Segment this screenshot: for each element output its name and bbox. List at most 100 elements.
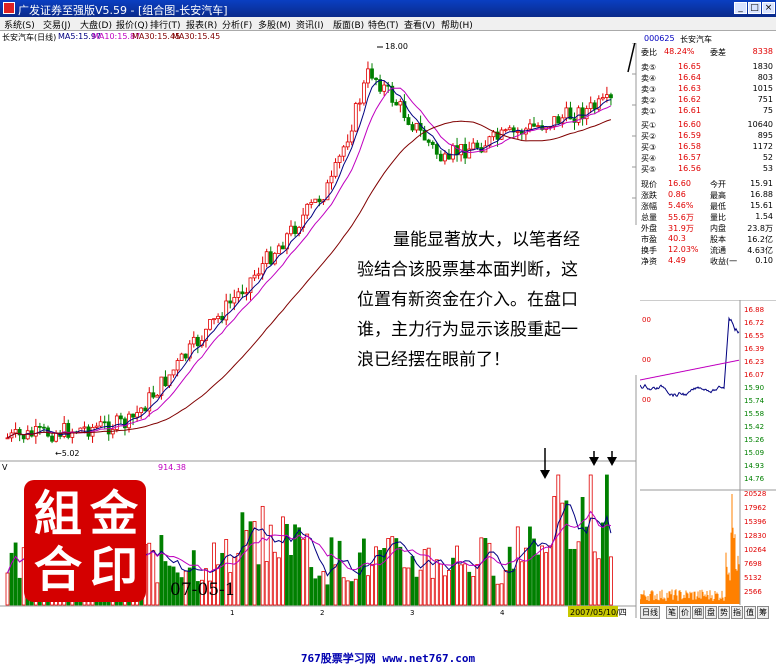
intraday-left-tick: 00 [642,356,651,364]
candle [592,102,597,110]
volume-bar [353,578,358,606]
intraday-volume-tick: 20528 [744,490,766,498]
sell-price: 16.64 [678,73,701,82]
current-date: 2007/05/10/四 [570,608,627,617]
panel-tab[interactable]: 势 [718,606,730,619]
candle [329,175,334,184]
menu-info[interactable]: 资讯(I) [296,18,324,31]
weibi-row: 委比 48.24% 委差 8338 [640,47,776,57]
buy-volume: 53 [762,164,773,173]
menu-trade[interactable]: 交易(J) [43,18,71,31]
sell-volume: 751 [757,95,773,104]
menu-system[interactable]: 系统(S) [4,18,35,31]
date-tick: 4 [500,609,505,617]
candle [256,273,261,276]
volume-bar [568,548,573,606]
panel-tab[interactable]: 价 [679,606,691,619]
panel-tab[interactable]: 值 [744,606,756,619]
volume-bar [434,559,439,606]
candle [280,245,285,250]
menu-view[interactable]: 查看(V) [404,18,435,31]
quote-key: 流通 [710,246,726,255]
quote-key: 收益(一 [710,257,738,266]
volume-bar [515,526,520,606]
volume-bar [260,505,265,606]
quote-key: 外盘 [641,224,657,233]
panel-tab[interactable]: 笔 [666,606,678,619]
weibi-value: 48.24% [664,47,695,56]
intraday-chart[interactable]: 16.88 16.72 16.55 16.39 16.23 16.07 15.90 15.74… [640,300,776,605]
sell-label: 卖④ [641,74,657,83]
date-tick: 2 [320,609,324,617]
menu-market[interactable]: 大盘(D) [80,18,112,31]
quote-value: 5.46% [668,201,694,210]
candle [175,360,180,371]
quote-key: 涨幅 [641,202,657,211]
volume-bar [151,550,156,606]
intraday-price-tick: 15.58 [744,410,764,418]
menu-analysis[interactable]: 分析(F) [222,18,252,31]
minimize-button[interactable]: _ [734,2,747,14]
maximize-button[interactable]: □ [748,2,761,14]
candle [406,117,411,125]
candle [491,131,496,138]
menu-multi[interactable]: 多股(M) [258,18,291,31]
menu-special[interactable]: 特色(T) [368,18,399,31]
menu-help[interactable]: 帮助(H) [441,18,473,31]
candle [179,353,184,361]
volume-bar [491,575,496,606]
candle [50,435,54,442]
candle [131,413,135,418]
panel-tab[interactable]: 指 [731,606,743,619]
panel-tab[interactable]: 盘 [705,606,717,619]
candle [410,124,415,131]
buy-row: 买① 16.60 10640 [640,120,776,130]
volume-bar [163,561,168,606]
panel-tab[interactable]: 日线 [640,606,660,619]
menu-quote[interactable]: 报价(Q) [116,18,148,31]
buy-label: 买⑤ [641,165,657,174]
panel-tab[interactable]: 筹 [757,606,769,619]
quote-value: 16.88 [750,190,773,199]
candle [163,376,168,387]
buy-row: 买③ 16.58 1172 [640,142,776,152]
chart-header: 长安汽车(日线) MA5:15.97 MA10:15.87 MA30:15.45… [0,31,640,43]
volume-bar [572,548,577,606]
volume-bar [410,556,415,606]
volume-bar [560,502,565,606]
quote-value: 1.54 [755,212,773,221]
volume-bar [370,563,374,606]
candle [5,437,10,440]
menu-layout[interactable]: 版面(B) [333,18,364,31]
candle [475,142,480,148]
candle [471,142,476,150]
candle [353,103,358,132]
volume-bar [345,580,350,606]
commentary-line-4: 谁，主力行为显示该股重起一 [357,320,578,340]
menu-report[interactable]: 报表(R) [186,18,217,31]
quote-key: 总量 [641,213,657,222]
quote-row: 换手 12.03% 流通 4.63亿 [640,245,776,255]
seal-char-4: 印 [89,542,138,598]
intraday-volume-tick: 7698 [744,560,762,568]
panel-tab[interactable]: 细 [692,606,704,619]
candle [240,291,245,295]
quote-key: 最高 [710,191,726,200]
intraday-volume-tick: 17962 [744,504,766,512]
commentary-box: 量能显著放大，以笔者经 验结合该股票基本面判断，这 位置有新资金在介入。在盘口 … [357,225,639,375]
candle [317,198,322,203]
menu-rank[interactable]: 排行(T) [150,18,181,31]
quote-row: 总量 55.6万 量比 1.54 [640,212,776,222]
volume-bar [459,564,464,606]
volume-bar [357,552,362,606]
volume-bar [552,496,557,606]
buy-label: 买③ [641,143,657,152]
candle [119,415,123,420]
volume-bar [475,564,480,606]
candle [13,429,18,434]
sell-price: 16.65 [678,62,701,71]
sell-volume: 803 [757,73,773,82]
close-button[interactable]: × [762,2,775,14]
volume-bar [276,557,281,606]
volume-bar [588,474,593,606]
